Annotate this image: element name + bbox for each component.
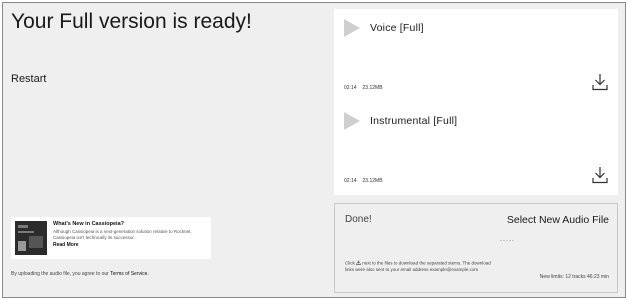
app-frame: Your Full version is ready! Restart What… — [2, 2, 626, 298]
download-icon[interactable] — [592, 73, 608, 91]
track-meta: 02:14 23.12MB — [344, 178, 389, 184]
info-text: next to the files to download the separa… — [345, 260, 491, 273]
news-card[interactable]: What's New in Cassiopeia? Although Cassi… — [11, 217, 211, 259]
select-new-audio-file-button[interactable]: Select New Audio File — [507, 214, 609, 226]
track-meta: 02:14 23.12MB — [344, 85, 389, 91]
track-voice: Voice [Full] 02:14 23.12MB — [334, 9, 618, 102]
page-title: Your Full version is ready! — [11, 10, 252, 33]
track-title: Voice [Full] — [370, 22, 424, 34]
news-body: Although Cassiopeia is a next-generation… — [53, 229, 192, 240]
track-size: 23.12MB — [362, 178, 383, 184]
terms-link[interactable]: Terms of Service. — [110, 271, 149, 277]
news-title: What's New in Cassiopeia? — [53, 221, 124, 227]
dashes-divider: ----- — [500, 238, 515, 244]
track-title: Instrumental [Full] — [370, 115, 458, 127]
terms-notice: By uploading the audio file, you agree t… — [11, 271, 149, 277]
done-panel: Done! Select New Audio File ----- Click … — [334, 203, 618, 293]
track-duration: 02:14 — [344, 178, 357, 184]
tracks-panel: Voice [Full] 02:14 23.12MB Instrumental [… — [334, 9, 618, 195]
track-size: 23.12MB — [362, 85, 383, 91]
info-prefix: Click — [345, 260, 355, 266]
track-instrumental: Instrumental [Full] 02:14 23.12MB — [334, 102, 618, 195]
download-icon[interactable] — [592, 166, 608, 184]
news-thumbnail — [15, 221, 47, 255]
left-column: Your Full version is ready! Restart What… — [3, 3, 333, 297]
read-more-link[interactable]: Read More — [53, 242, 207, 248]
download-info: Click next to the files to download the … — [345, 260, 495, 274]
new-limits: New limits: 12 tracks 46:23 min — [539, 274, 609, 280]
done-label: Done! — [345, 214, 372, 225]
download-icon — [356, 260, 361, 265]
track-duration: 02:14 — [344, 85, 357, 91]
play-icon[interactable] — [344, 112, 360, 130]
terms-prefix: By uploading the audio file, you agree t… — [11, 271, 111, 277]
play-icon[interactable] — [344, 19, 360, 37]
restart-link[interactable]: Restart — [11, 73, 46, 85]
news-text: What's New in Cassiopeia? Although Cassi… — [53, 221, 207, 248]
